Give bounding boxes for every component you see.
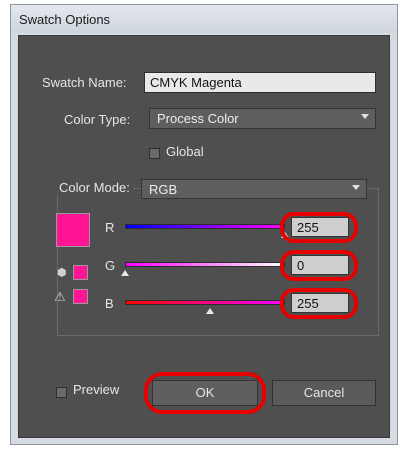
out-of-gamut-icon: ⬢ (57, 267, 67, 279)
color-mode-label: Color Mode: (56, 180, 133, 195)
highlight-ring (280, 288, 358, 319)
web-safe-warning-icon: ⚠ (54, 289, 66, 304)
color-type-label: Color Type: (64, 112, 131, 127)
window-title: Swatch Options (19, 12, 111, 27)
channel-r-label: R (105, 220, 115, 235)
color-type-value: Process Color (157, 111, 239, 126)
highlight-ring (144, 372, 266, 414)
channel-g-label: G (105, 258, 116, 273)
preview-checkbox[interactable] (56, 387, 67, 398)
gamut-swatch[interactable] (73, 265, 88, 280)
title-bar[interactable]: Swatch Options (11, 5, 397, 33)
channel-b-label: B (105, 296, 114, 311)
global-checkbox[interactable] (149, 148, 160, 159)
color-preview-swatch (56, 213, 90, 247)
preview-label: Preview (73, 382, 120, 397)
swatch-name-value: CMYK Magenta (150, 75, 242, 90)
color-mode-select[interactable]: RGB (141, 179, 367, 199)
highlight-ring (280, 250, 358, 281)
channel-b-slider[interactable] (125, 300, 285, 305)
websafe-swatch[interactable] (73, 289, 88, 304)
color-type-select[interactable]: Process Color (149, 108, 376, 129)
swatch-options-window: Swatch Options Swatch Name: CMYK Magenta… (10, 4, 398, 445)
highlight-ring (280, 212, 358, 243)
slider-thumb-icon[interactable] (121, 270, 129, 276)
swatch-name-input[interactable]: CMYK Magenta (144, 72, 376, 93)
dropdown-arrow-icon (352, 185, 360, 190)
cancel-button[interactable]: Cancel (272, 380, 376, 406)
dialog-body: Swatch Name: CMYK Magenta Color Type: Pr… (18, 35, 390, 438)
swatch-name-label: Swatch Name: (42, 75, 127, 90)
global-label: Global (166, 144, 204, 159)
cancel-button-label: Cancel (303, 385, 345, 400)
color-mode-value: RGB (149, 182, 178, 197)
slider-thumb-icon[interactable] (206, 308, 214, 314)
dropdown-arrow-icon (361, 114, 369, 119)
channel-r-slider[interactable] (125, 224, 285, 229)
channel-g-slider[interactable] (125, 262, 285, 267)
